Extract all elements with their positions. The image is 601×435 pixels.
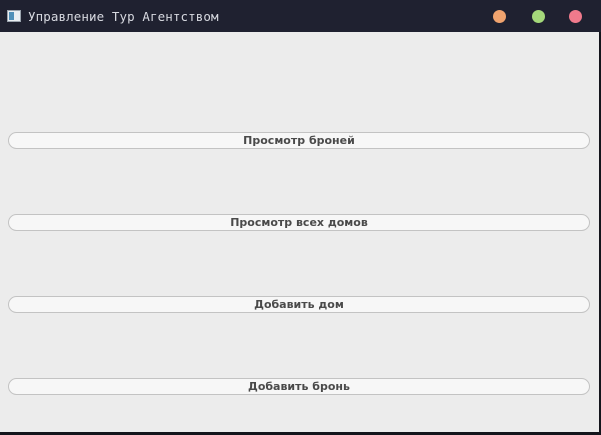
maximize-button[interactable] — [532, 10, 545, 23]
main-panel: Просмотр броней Просмотр всех домов Доба… — [0, 32, 599, 432]
view-all-houses-button[interactable]: Просмотр всех домов — [8, 214, 590, 231]
window-title: Управление Тур Агентством — [28, 9, 219, 24]
app-icon — [7, 10, 21, 22]
title-bar[interactable]: Управление Тур Агентством — [0, 0, 601, 32]
view-bookings-button[interactable]: Просмотр броней — [8, 132, 590, 149]
add-house-button[interactable]: Добавить дом — [8, 296, 590, 313]
minimize-button[interactable] — [493, 10, 506, 23]
app-window: Управление Тур Агентством Просмотр броне… — [0, 0, 601, 435]
close-button[interactable] — [569, 10, 582, 23]
add-booking-button[interactable]: Добавить бронь — [8, 378, 590, 395]
